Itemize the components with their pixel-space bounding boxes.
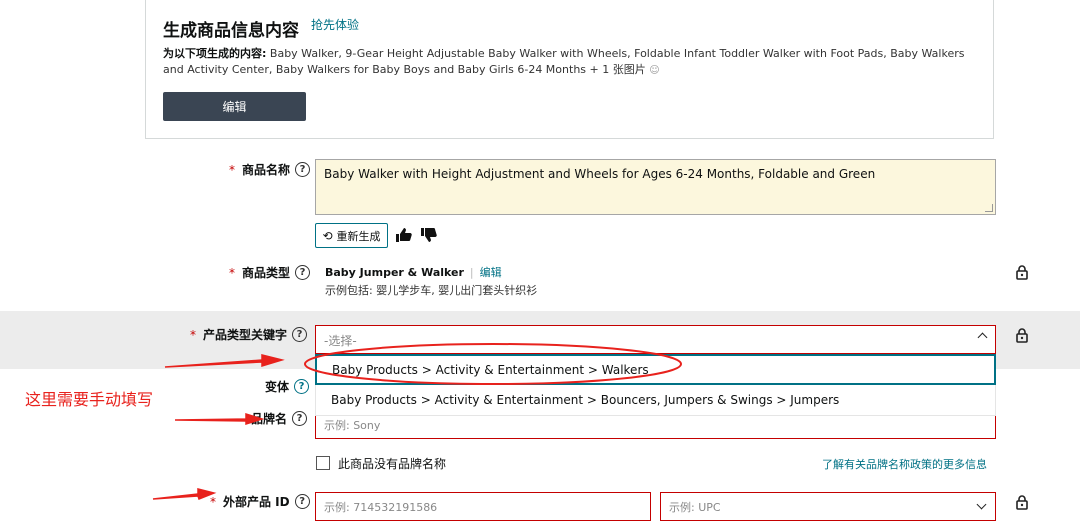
chevron-up-icon <box>977 332 988 343</box>
help-icon[interactable]: ? <box>292 327 308 342</box>
lock-icon <box>1016 265 1028 280</box>
external-product-id-type-select[interactable]: 示例: UPC <box>660 492 996 521</box>
edit-button[interactable]: 编辑 <box>163 92 306 121</box>
resize-handle-icon[interactable] <box>985 204 993 212</box>
help-icon[interactable]: ? <box>292 411 308 426</box>
regenerate-button[interactable]: ⟲ 重新生成 <box>315 223 388 248</box>
no-brand-checkbox[interactable] <box>316 456 330 470</box>
product-type-example: 示例包括: 婴儿学步车, 婴儿出门套头针织衫 <box>325 284 538 297</box>
product-type-label: * 商品类型 ? <box>229 264 311 281</box>
lock-icon <box>1016 495 1028 510</box>
chevron-down-icon <box>976 499 987 510</box>
lock-icon <box>1016 328 1028 343</box>
no-brand-label: 此商品没有品牌名称 <box>338 457 447 471</box>
variation-label: 变体 ? <box>265 378 310 395</box>
help-icon[interactable]: ? <box>294 379 310 394</box>
keyword-option-walkers[interactable]: Baby Products > Activity & Entertainment… <box>315 354 996 385</box>
help-icon[interactable]: ? <box>294 494 310 509</box>
product-name-textarea[interactable]: Baby Walker with Height Adjustment and W… <box>315 159 996 215</box>
annotation-note: 这里需要手动填写 <box>25 390 154 409</box>
early-access-badge: 抢先体验 <box>311 18 360 32</box>
help-icon[interactable]: ? <box>295 162 311 177</box>
product-name-label: * 商品名称 ? <box>229 161 311 178</box>
thumbs-up-icon[interactable] <box>395 227 413 243</box>
external-product-id-input[interactable]: 示例: 714532191586 <box>315 492 651 521</box>
product-type-value: Baby Jumper & Walker | 编辑 <box>325 266 502 279</box>
keyword-option-jumpers[interactable]: Baby Products > Activity & Entertainment… <box>315 385 996 416</box>
brand-name-label: 品牌名 ? <box>251 410 308 427</box>
generated-content-description: 为以下项生成的内容: Baby Walker, 9-Gear Height Ad… <box>163 46 973 79</box>
brand-policy-link[interactable]: 了解有关品牌名称政策的更多信息 <box>822 456 987 472</box>
generated-for-text: Baby Walker, 9-Gear Height Adjustable Ba… <box>163 47 965 76</box>
thumbs-down-icon[interactable] <box>420 227 438 243</box>
refresh-icon: ⟲ <box>322 228 333 243</box>
generated-for-label: 为以下项生成的内容: <box>163 47 267 60</box>
annotation-arrow-extid <box>152 488 217 500</box>
product-type-keyword-select[interactable]: -选择- <box>315 325 996 354</box>
annotation-arrow-brand <box>174 412 265 426</box>
external-product-id-label: * 外部产品 ID ? <box>210 493 310 510</box>
product-type-keyword-label: * 产品类型关键字 ? <box>190 326 308 343</box>
product-type-edit-link[interactable]: 编辑 <box>480 266 502 279</box>
generated-content-title: 生成商品信息内容 <box>163 21 299 41</box>
help-icon[interactable]: ? <box>295 265 311 280</box>
image-icon: ☺ <box>649 65 660 76</box>
